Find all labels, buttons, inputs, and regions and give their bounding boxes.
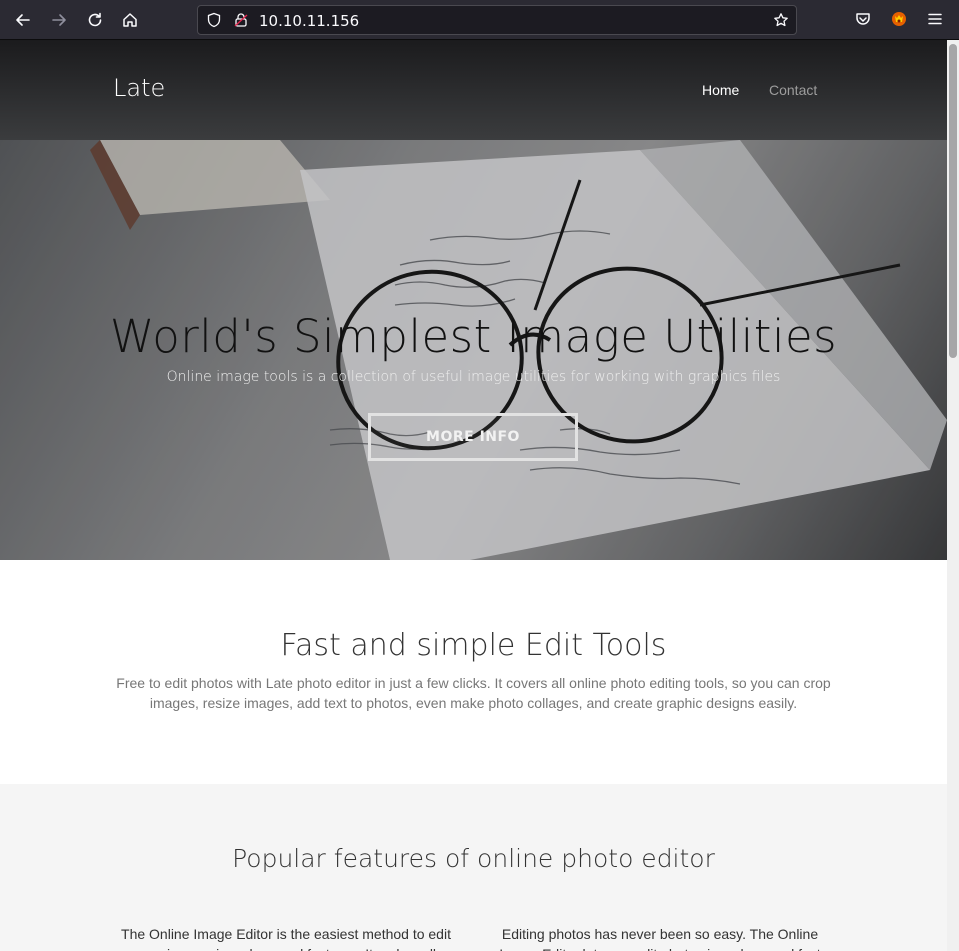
hero-title: World's Simplest Image Utilities (109, 310, 838, 363)
home-icon (123, 13, 137, 27)
pocket-icon (856, 13, 870, 25)
edit-tools-section: Fast and simple Edit Tools Free to edit … (0, 560, 947, 784)
reload-button[interactable] (83, 8, 107, 32)
url-bar[interactable]: 10.10.11.156 (197, 5, 797, 35)
url-text[interactable]: 10.10.11.156 (259, 12, 359, 30)
page-viewport: Late Home Contact World's Simplest Image… (0, 40, 947, 951)
hero-section: World's Simplest Image Utilities Online … (0, 140, 947, 560)
back-button[interactable] (11, 8, 35, 32)
hamburger-menu-icon (928, 13, 942, 25)
scrollbar-thumb[interactable] (949, 44, 957, 358)
edit-tools-text: Free to edit photos with Late photo edit… (116, 675, 831, 711)
feature-text-2: Editing photos has never been so easy. T… (499, 926, 820, 951)
extension-fox-icon (892, 12, 906, 26)
menu-button[interactable] (926, 10, 946, 30)
features-title: Popular features of online photo editor (232, 844, 715, 873)
edit-tools-title: Fast and simple Edit Tools (280, 628, 667, 663)
more-info-button[interactable]: MORE INFO (368, 413, 578, 461)
features-section: Popular features of online photo editor … (0, 784, 947, 951)
browser-toolbar: 10.10.11.156 (0, 0, 959, 40)
shield-icon[interactable] (206, 12, 222, 28)
site-navbar: Late Home Contact (0, 40, 947, 140)
feature-text-1: The Online Image Editor is the easiest m… (121, 926, 451, 951)
forward-button[interactable] (47, 8, 71, 32)
site-brand[interactable]: Late (113, 74, 165, 102)
nav-link-home[interactable]: Home (702, 82, 739, 98)
arrow-right-icon (52, 14, 66, 26)
insecure-lock-icon[interactable] (233, 12, 249, 28)
bookmark-star-icon[interactable] (773, 12, 789, 28)
extension-button[interactable] (890, 10, 910, 30)
pocket-button[interactable] (854, 10, 874, 30)
home-button[interactable] (118, 8, 142, 32)
nav-link-contact[interactable]: Contact (769, 82, 817, 98)
reload-icon (88, 12, 102, 27)
hero-subtitle: Online image tools is a collection of us… (166, 369, 781, 385)
page-scrollbar[interactable] (947, 40, 959, 951)
arrow-left-icon (16, 14, 30, 26)
